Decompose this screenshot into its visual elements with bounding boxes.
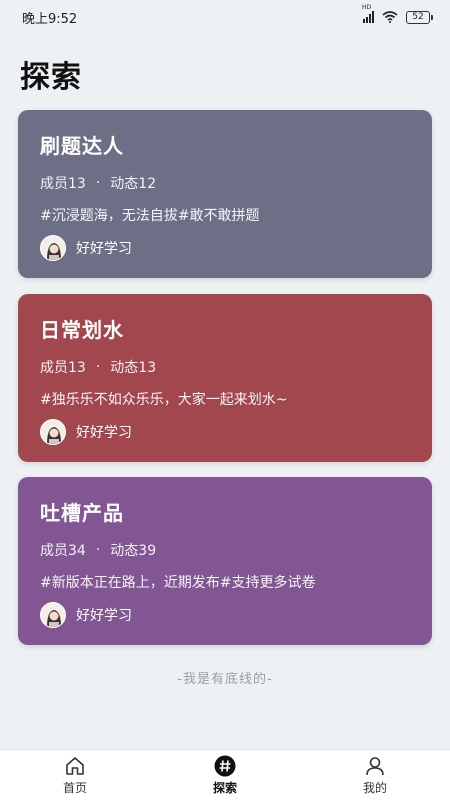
owner-name: 好好学习 — [76, 241, 132, 257]
group-stats: 成员13 · 动态13 — [40, 357, 410, 377]
tab-label: 探索 — [212, 780, 237, 795]
end-of-list-note: -我是有底线的- — [177, 672, 273, 687]
group-title: 刷题达人 — [40, 134, 124, 158]
group-members: 成员13 — [40, 176, 86, 192]
home-icon — [66, 756, 84, 775]
wifi-icon — [382, 11, 398, 23]
status-time: 晚上9:52 — [22, 11, 78, 27]
battery-indicator: 52 — [406, 10, 433, 24]
hashtag-icon — [214, 755, 236, 776]
group-stats: 成员34 · 动态39 — [40, 540, 410, 560]
group-stats: 成员13 · 动态12 — [40, 173, 410, 193]
group-tags: #沉浸题海，无法自拔#敢不敢拼题 — [40, 208, 260, 224]
group-title: 日常划水 — [40, 318, 124, 342]
tab-label: 我的 — [362, 780, 387, 795]
tab-mine[interactable]: 我的 — [315, 755, 435, 796]
tab-explore[interactable]: 探索 — [165, 755, 285, 796]
tab-label: 首页 — [62, 780, 87, 795]
group-card[interactable]: 吐槽产品 成员34 · 动态39 #新版本正在路上，近期发布#支持更多试卷 好好… — [18, 477, 432, 645]
page-title: 探索 — [20, 60, 82, 95]
group-posts: 动态13 — [110, 360, 157, 376]
group-tags: #新版本正在路上，近期发布#支持更多试卷 — [40, 575, 316, 591]
group-members: 成员34 — [40, 543, 86, 559]
tab-home[interactable]: 首页 — [15, 755, 135, 796]
stats-separator: · — [95, 542, 101, 558]
person-icon — [366, 756, 384, 775]
group-posts: 动态39 — [110, 543, 157, 559]
network-type-label: HD — [362, 4, 372, 11]
group-owner: 好好学习 — [40, 419, 410, 445]
group-card[interactable]: 日常划水 成员13 · 动态13 #独乐乐不如众乐乐，大家一起来划水~ 好好学习 — [18, 294, 432, 462]
avatar — [40, 602, 66, 628]
bottom-tab-bar: 首页 探索 我的 — [0, 749, 450, 800]
owner-name: 好好学习 — [76, 608, 132, 624]
status-icons: HD 52 — [362, 5, 433, 24]
group-card[interactable]: 刷题达人 成员13 · 动态12 #沉浸题海，无法自拔#敢不敢拼题 好好学习 — [18, 110, 432, 278]
stats-separator: · — [95, 359, 101, 375]
owner-name: 好好学习 — [76, 425, 132, 441]
status-bar: 晚上9:52 HD 52 — [0, 0, 450, 34]
group-owner: 好好学习 — [40, 235, 410, 261]
group-members: 成员13 — [40, 360, 86, 376]
group-title: 吐槽产品 — [40, 501, 124, 525]
avatar — [40, 419, 66, 445]
avatar — [40, 235, 66, 261]
stats-separator: · — [95, 175, 101, 191]
group-posts: 动态12 — [110, 176, 157, 192]
signal-icon: HD — [362, 5, 374, 23]
group-tags: #独乐乐不如众乐乐，大家一起来划水~ — [40, 392, 288, 408]
group-owner: 好好学习 — [40, 602, 410, 628]
